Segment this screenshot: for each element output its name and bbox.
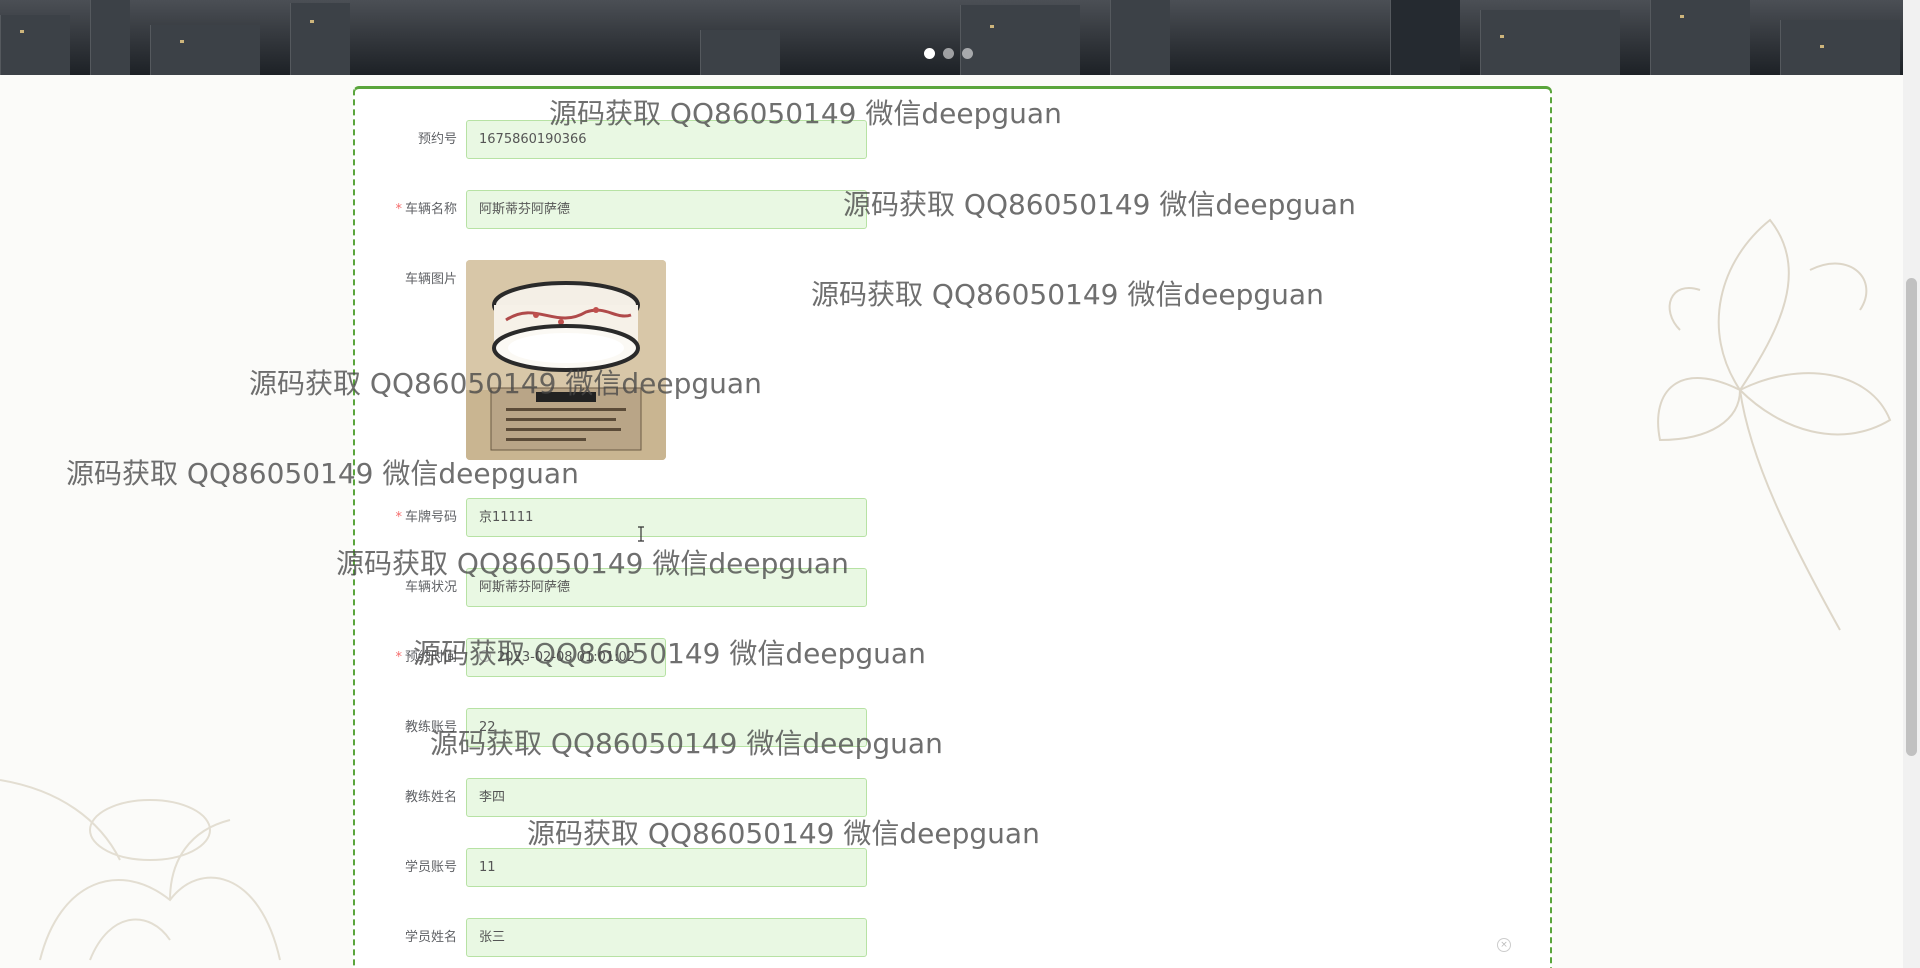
required-mark: * xyxy=(395,650,402,665)
form-row-booking-no: 预约号 1675860190366 xyxy=(355,120,1550,160)
form-row-coach-account: 教练账号 22 xyxy=(355,708,1550,748)
vehicle-image[interactable] xyxy=(466,260,666,460)
building-shape xyxy=(90,0,130,75)
window-light xyxy=(1820,45,1824,48)
form-row-vehicle-condition: 车辆状况 阿斯蒂芬阿萨德 xyxy=(355,568,1550,608)
coach-account-input[interactable]: 22 xyxy=(466,708,867,747)
building-shape xyxy=(1480,10,1620,75)
building-shape xyxy=(290,3,350,75)
header-banner xyxy=(0,0,1920,75)
form-row-plate-no: * 车牌号码 京11111 xyxy=(355,498,1550,538)
page-scrollbar[interactable] xyxy=(1903,0,1920,968)
carousel-dot[interactable] xyxy=(962,48,973,59)
booking-detail-form: 预约号 1675860190366 * 车辆名称 阿斯蒂芬阿萨德 车辆图片 * 车牌… xyxy=(353,86,1552,968)
vehicle-name-input[interactable]: 阿斯蒂芬阿萨德 xyxy=(466,190,867,229)
floral-decoration-left xyxy=(0,779,281,961)
vehicle-condition-input[interactable]: 阿斯蒂芬阿萨德 xyxy=(466,568,867,607)
window-light xyxy=(310,20,314,23)
building-shape xyxy=(1110,0,1170,75)
floral-decoration-right xyxy=(1657,218,1892,631)
booking-time-picker[interactable]: 2023-02-08 01:01:02 xyxy=(466,638,666,677)
window-light xyxy=(1680,15,1684,18)
window-light xyxy=(20,30,24,33)
carousel-dot[interactable] xyxy=(924,48,935,59)
field-label: 教练账号 xyxy=(404,720,457,735)
window-light xyxy=(990,25,994,28)
clear-icon[interactable]: × xyxy=(1497,938,1511,952)
form-row-student-account: 学员账号 11 xyxy=(355,848,1550,888)
field-label: 教练姓名 xyxy=(404,790,457,805)
field-label: 车辆状况 xyxy=(404,580,457,595)
clock-icon xyxy=(479,650,491,662)
booking-no-input[interactable]: 1675860190366 xyxy=(466,120,867,159)
building-shape xyxy=(1780,20,1900,75)
text-cursor-icon xyxy=(638,526,644,542)
field-label: 车辆图片 xyxy=(404,272,457,287)
field-label: 学员姓名 xyxy=(404,930,457,945)
carousel-dot[interactable] xyxy=(943,48,954,59)
building-shape xyxy=(700,30,780,75)
field-label: 预约号 xyxy=(417,132,457,147)
student-account-input[interactable]: 11 xyxy=(466,848,867,887)
window-light xyxy=(180,40,184,43)
scrollbar-thumb[interactable] xyxy=(1906,278,1917,756)
required-mark: * xyxy=(395,510,402,525)
building-shape xyxy=(1650,0,1750,75)
carousel-dots xyxy=(924,48,973,59)
building-shape xyxy=(150,25,260,75)
form-row-student-name: 学员姓名 张三 xyxy=(355,918,1550,958)
form-row-booking-time: * 预约时间 2023-02-08 01:01:02 xyxy=(355,638,1550,678)
building-shape xyxy=(0,15,70,75)
window-light xyxy=(1500,35,1504,38)
required-mark: * xyxy=(395,202,402,217)
field-label: * 车辆名称 xyxy=(395,202,457,217)
field-label: * 预约时间 xyxy=(395,650,457,665)
student-name-input[interactable]: 张三 xyxy=(466,918,867,957)
form-row-coach-name: 教练姓名 李四 xyxy=(355,778,1550,818)
building-shape xyxy=(960,5,1080,75)
plate-no-input[interactable]: 京11111 xyxy=(466,498,867,537)
coach-name-input[interactable]: 李四 xyxy=(466,778,867,817)
form-row-vehicle-name: * 车辆名称 阿斯蒂芬阿萨德 xyxy=(355,190,1550,230)
lamp-product-image-icon xyxy=(466,260,666,460)
building-shape xyxy=(1390,0,1460,75)
field-label: * 车牌号码 xyxy=(395,510,457,525)
field-label: 学员账号 xyxy=(404,860,457,875)
